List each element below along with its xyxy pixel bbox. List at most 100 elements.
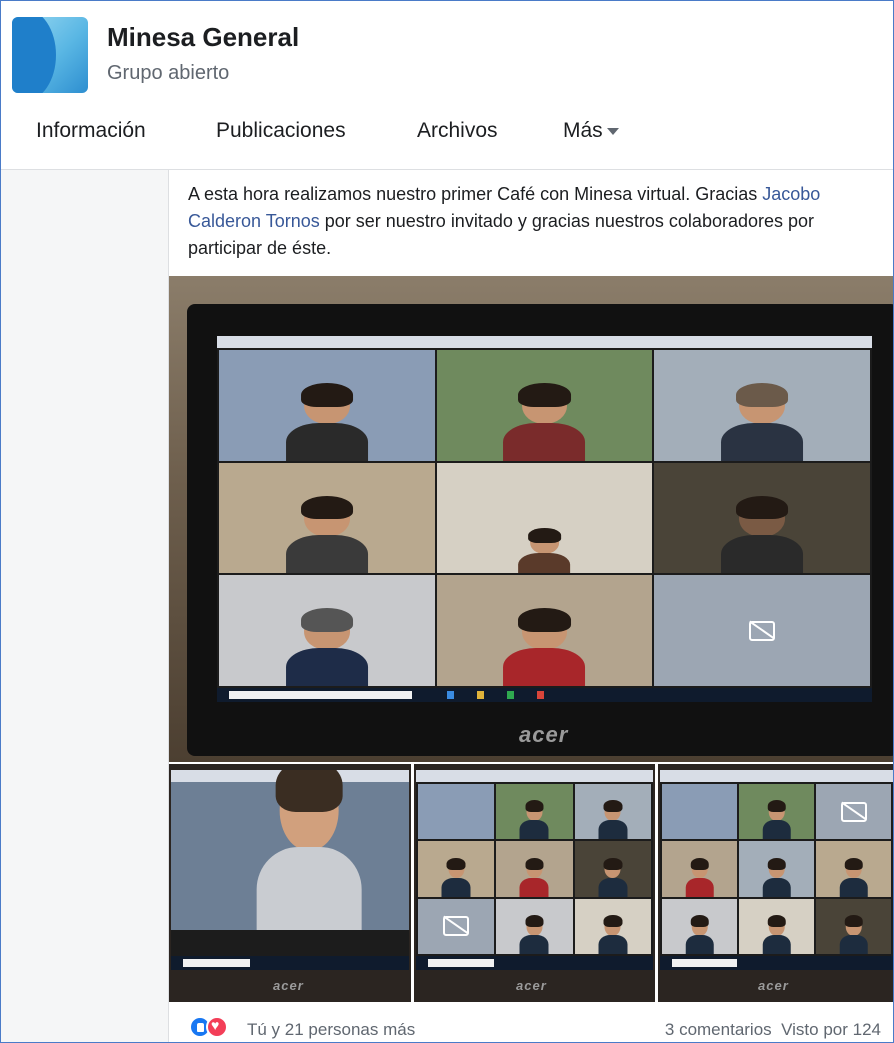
taskbar-search xyxy=(672,959,738,967)
monitor: acer xyxy=(187,304,893,756)
participant xyxy=(503,382,586,461)
windows-taskbar xyxy=(171,956,409,970)
taskbar-app-icon xyxy=(447,691,454,699)
participant-tile xyxy=(418,784,495,840)
participant-tile xyxy=(654,350,870,461)
participant-tile xyxy=(436,462,653,574)
video-call-screen xyxy=(660,770,893,970)
monitor-brand: acer xyxy=(758,978,789,993)
tab-label: Información xyxy=(36,119,146,142)
tab-informacion[interactable]: Información xyxy=(36,119,146,143)
participant xyxy=(839,857,868,897)
participant xyxy=(519,800,549,840)
taskbar-search xyxy=(229,691,413,699)
tab-label: Publicaciones xyxy=(216,119,346,142)
windows-taskbar xyxy=(217,688,872,702)
video-call-screen xyxy=(171,770,409,970)
taskbar-app-icon xyxy=(477,691,484,699)
participant-grid xyxy=(660,782,893,956)
seen-by-count[interactable]: Visto por 124 xyxy=(781,1020,881,1039)
tab-mas[interactable]: Más xyxy=(563,119,619,143)
participant xyxy=(441,857,471,897)
participant xyxy=(285,608,368,686)
participant-tile xyxy=(418,841,495,897)
tab-label: Más xyxy=(563,119,603,142)
call-titlebar xyxy=(660,770,893,782)
post-footer: Tú y 21 personas más 3 comentarios Visto… xyxy=(169,1006,893,1042)
post-photo-thumb-1[interactable]: acer xyxy=(169,764,411,1002)
filmstrip xyxy=(171,930,409,956)
post-photo-thumb-2[interactable]: acer xyxy=(414,764,655,1002)
participant xyxy=(519,857,549,897)
reaction-summary[interactable]: Tú y 21 personas más xyxy=(247,1020,415,1040)
participant xyxy=(519,915,549,954)
participant xyxy=(285,382,368,461)
taskbar-app-icon xyxy=(537,691,544,699)
group-header: Minesa General Grupo abierto Información… xyxy=(1,1,893,170)
video-call-screen xyxy=(416,770,653,970)
participant-grid xyxy=(416,782,653,956)
participant-tile xyxy=(219,462,435,574)
participant xyxy=(285,495,368,574)
participant-tile xyxy=(436,575,653,686)
participant-tile xyxy=(816,841,891,897)
minesa-logo-icon[interactable] xyxy=(12,17,88,93)
participant-grid xyxy=(217,348,872,688)
participant-tile xyxy=(662,841,737,897)
participant xyxy=(503,608,586,686)
windows-taskbar xyxy=(416,956,653,970)
camera-off-icon xyxy=(443,916,470,937)
participant-tile xyxy=(654,575,870,686)
participant xyxy=(721,382,804,461)
windows-taskbar xyxy=(660,956,893,970)
participant-tile xyxy=(418,898,495,954)
camera-off-icon xyxy=(749,620,776,641)
post-text: A esta hora realizamos nuestro primer Ca… xyxy=(188,181,868,262)
group-post: A esta hora realizamos nuestro primer Ca… xyxy=(169,170,893,1042)
comments-count[interactable]: 3 comentarios xyxy=(665,1020,772,1039)
taskbar-app-icon xyxy=(507,691,514,699)
video-call-screen xyxy=(217,336,872,702)
participant-tile xyxy=(436,350,653,461)
camera-off-icon xyxy=(840,801,867,822)
participant-tile xyxy=(496,841,573,897)
participant-tile xyxy=(219,575,435,686)
call-titlebar xyxy=(416,770,653,782)
participant xyxy=(685,857,714,897)
group-name[interactable]: Minesa General xyxy=(107,22,299,53)
participant xyxy=(598,857,628,897)
participant-tile xyxy=(816,898,891,954)
taskbar-search xyxy=(183,959,250,967)
participant-tile xyxy=(739,898,814,954)
participant-tile xyxy=(739,841,814,897)
left-rail xyxy=(1,170,169,1042)
participant-tile xyxy=(739,784,814,840)
participant-tile xyxy=(574,784,651,840)
participant-tile xyxy=(654,462,870,574)
logo-curve xyxy=(12,17,56,93)
post-photo-thumb-3[interactable]: acer xyxy=(658,764,893,1002)
taskbar-search xyxy=(428,959,495,967)
participant-tile xyxy=(662,898,737,954)
participant xyxy=(518,528,571,574)
participant xyxy=(839,915,868,954)
post-photo-main[interactable]: acer xyxy=(169,276,893,762)
monitor-brand: acer xyxy=(516,978,547,993)
page-frame: Minesa General Grupo abierto Información… xyxy=(0,0,894,1043)
participant xyxy=(598,800,628,840)
monitor-brand: acer xyxy=(273,978,304,993)
participant xyxy=(685,915,714,954)
participant-tile xyxy=(662,784,737,840)
participant xyxy=(721,495,804,574)
participant-tile xyxy=(219,350,435,461)
tab-publicaciones[interactable]: Publicaciones xyxy=(216,119,346,143)
call-titlebar xyxy=(217,336,872,348)
tab-archivos[interactable]: Archivos xyxy=(417,119,498,143)
love-icon xyxy=(206,1016,228,1038)
participant-tile xyxy=(496,898,573,954)
participant-speaker xyxy=(256,770,362,954)
participant-tile xyxy=(574,841,651,897)
tab-label: Archivos xyxy=(417,119,498,142)
participant xyxy=(762,857,791,897)
post-stats: 3 comentarios Visto por 124 xyxy=(665,1020,881,1040)
